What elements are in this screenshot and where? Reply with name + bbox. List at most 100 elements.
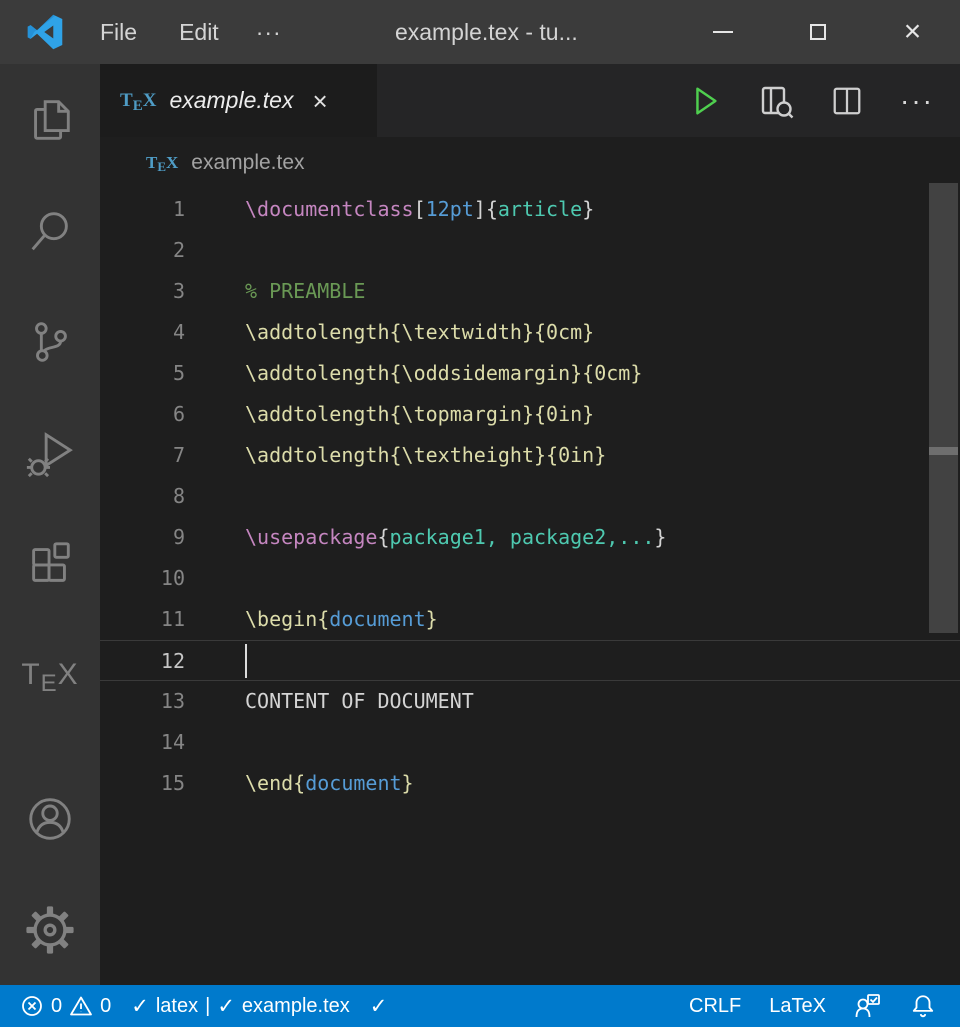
menu-file[interactable]: File — [79, 0, 158, 64]
code-line[interactable]: 11\begin{document} — [100, 599, 960, 640]
window-title: example.tex - tu... — [298, 19, 675, 46]
line-number: 11 — [100, 599, 185, 640]
line-content — [185, 558, 245, 599]
notifications-button[interactable] — [896, 985, 950, 1027]
gear-icon — [24, 904, 76, 956]
status-bar: 0 0 ✓ latex | ✓ example.tex ✓ CRLF LaTeX — [0, 985, 960, 1027]
line-number: 15 — [100, 763, 185, 804]
line-number: 8 — [100, 476, 185, 517]
problems-status[interactable]: 0 0 — [10, 985, 121, 1027]
code-line[interactable]: 9\usepackage{package1, package2,...} — [100, 517, 960, 558]
line-content: \addtolength{\topmargin}{0in} — [185, 394, 594, 435]
tex-file-icon: TEX — [146, 153, 178, 173]
error-icon — [20, 994, 44, 1018]
line-number: 12 — [100, 641, 185, 680]
files-icon — [24, 94, 76, 146]
minimize-button[interactable] — [675, 0, 770, 64]
minimize-icon — [713, 31, 733, 34]
activity-source-control[interactable] — [0, 286, 100, 397]
feedback-button[interactable] — [840, 985, 896, 1027]
code-line[interactable]: 6\addtolength{\topmargin}{0in} — [100, 394, 960, 435]
code-line[interactable]: 10 — [100, 558, 960, 599]
code-line[interactable]: 2 — [100, 230, 960, 271]
code-line[interactable]: 13CONTENT OF DOCUMENT — [100, 681, 960, 722]
line-number: 2 — [100, 230, 185, 271]
view-pdf-button[interactable] — [758, 83, 794, 119]
maximize-icon — [810, 24, 826, 40]
activity-run-debug[interactable] — [0, 397, 100, 508]
line-number: 4 — [100, 312, 185, 353]
build-file-label: example.tex — [242, 995, 350, 1018]
tab-close-icon[interactable]: × — [312, 88, 327, 114]
activity-latex-workshop[interactable]: TEX — [0, 619, 100, 730]
editor-group: TEX example.tex × — [100, 64, 960, 985]
build-tool-label: latex — [156, 995, 198, 1018]
code-line[interactable]: 8 — [100, 476, 960, 517]
line-number: 1 — [100, 189, 185, 230]
line-content: \documentclass[12pt]{article} — [185, 189, 594, 230]
eol-selector[interactable]: CRLF — [675, 985, 755, 1027]
eol-label: CRLF — [689, 995, 741, 1018]
text-cursor — [245, 644, 247, 678]
code-line[interactable]: 1\documentclass[12pt]{article} — [100, 189, 960, 230]
code-line[interactable]: 15\end{document} — [100, 763, 960, 804]
debug-icon — [24, 427, 76, 479]
code-line[interactable]: 4\addtolength{\textwidth}{0cm} — [100, 312, 960, 353]
build-latex-button[interactable] — [688, 84, 722, 118]
compile-status[interactable]: ✓ — [360, 985, 398, 1027]
code-lines: 1\documentclass[12pt]{article}23% PREAMB… — [100, 189, 960, 804]
language-label: LaTeX — [769, 995, 826, 1018]
overview-cursor-marker — [929, 447, 958, 455]
breadcrumb-item-file[interactable]: example.tex — [191, 151, 304, 175]
code-line[interactable]: 12 — [100, 640, 960, 681]
tab-bar: TEX example.tex × — [100, 64, 960, 137]
editor[interactable]: 1\documentclass[12pt]{article}23% PREAMB… — [100, 189, 960, 985]
menu-overflow[interactable]: ··· — [240, 0, 298, 64]
title-bar: File Edit ··· example.tex - tu... × — [0, 0, 960, 64]
warning-icon — [69, 994, 93, 1018]
extensions-icon — [24, 538, 76, 590]
line-number: 13 — [100, 681, 185, 722]
breadcrumb: TEX example.tex — [100, 137, 960, 189]
close-icon: × — [904, 15, 922, 49]
close-button[interactable]: × — [865, 0, 960, 64]
latex-build-status[interactable]: ✓ latex | ✓ example.tex — [121, 985, 360, 1027]
tex-file-icon: TEX — [120, 90, 156, 112]
tex-icon: TEX — [21, 658, 78, 692]
activity-explorer[interactable] — [0, 64, 100, 175]
line-content: \addtolength{\textheight}{0in} — [185, 435, 606, 476]
maximize-button[interactable] — [770, 0, 865, 64]
split-editor-icon — [830, 84, 864, 118]
more-actions-icon[interactable]: ··· — [900, 94, 934, 108]
feedback-icon — [854, 993, 882, 1019]
activity-search[interactable] — [0, 175, 100, 286]
activity-settings[interactable] — [0, 874, 100, 985]
play-icon — [688, 84, 722, 118]
tab-label: example.tex — [169, 87, 293, 114]
source-control-icon — [24, 316, 76, 368]
split-editor-button[interactable] — [830, 84, 864, 118]
vscode-logo-icon — [27, 14, 63, 50]
line-number: 6 — [100, 394, 185, 435]
code-line[interactable]: 5\addtolength{\oddsidemargin}{0cm} — [100, 353, 960, 394]
search-icon — [24, 205, 76, 257]
line-content: % PREAMBLE — [185, 271, 365, 312]
code-line[interactable]: 7\addtolength{\textheight}{0in} — [100, 435, 960, 476]
scrollbar-thumb[interactable] — [929, 183, 958, 633]
tab-example-tex[interactable]: TEX example.tex × — [100, 64, 377, 137]
activity-bar: TEX — [0, 64, 100, 985]
line-number: 7 — [100, 435, 185, 476]
line-number: 14 — [100, 722, 185, 763]
account-icon — [24, 793, 76, 845]
menu-edit[interactable]: Edit — [158, 0, 240, 64]
check-icon: ✓ — [370, 994, 388, 1019]
activity-accounts[interactable] — [0, 763, 100, 874]
code-line[interactable]: 3% PREAMBLE — [100, 271, 960, 312]
line-number: 5 — [100, 353, 185, 394]
language-mode-selector[interactable]: LaTeX — [755, 985, 840, 1027]
code-line[interactable]: 14 — [100, 722, 960, 763]
editor-actions: ··· — [688, 64, 960, 137]
line-content — [185, 722, 245, 763]
activity-extensions[interactable] — [0, 508, 100, 619]
separator: | — [205, 995, 210, 1018]
